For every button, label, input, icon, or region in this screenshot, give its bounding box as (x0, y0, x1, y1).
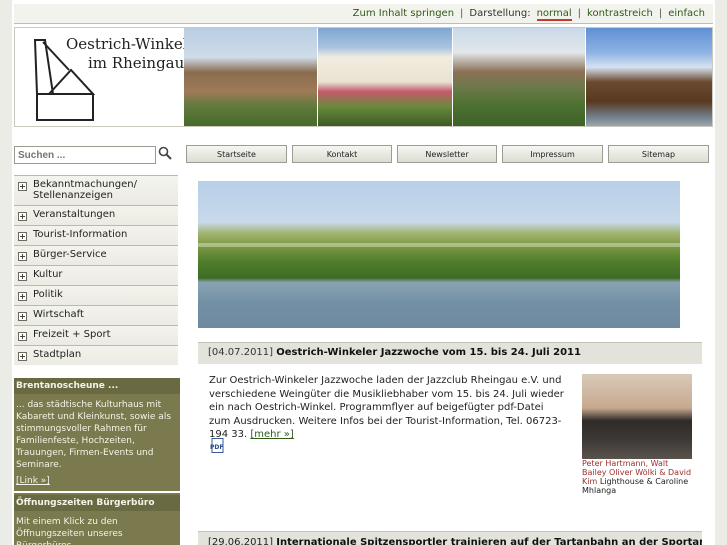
svg-text:PDF: PDF (210, 444, 223, 451)
sidebar-item-citizen-service[interactable]: Bürger-Service (14, 245, 178, 265)
plus-icon (18, 332, 27, 341)
sidebar-item-city-map[interactable]: Stadtplan (14, 345, 178, 365)
sidebar-item-culture[interactable]: Kultur (14, 265, 178, 285)
nav-home-button[interactable]: Startseite (186, 145, 287, 163)
plus-icon (18, 292, 27, 301)
news-body: Zur Oestrich-Winkeler Jazzwoche laden de… (209, 374, 567, 442)
infobox-heading-brentanoscheune: Brentanoscheune ... (14, 378, 180, 394)
page: Zum Inhalt springen | Darstellung: norma… (0, 0, 727, 545)
plus-icon (18, 182, 27, 191)
plus-icon (18, 232, 27, 241)
plus-icon (18, 252, 27, 261)
sidebar-item-politics[interactable]: Politik (14, 285, 178, 305)
plus-icon (18, 212, 27, 221)
nav-imprint-button[interactable]: Impressum (502, 145, 603, 163)
plus-icon (18, 272, 27, 281)
display-mode-label: Darstellung: (469, 8, 531, 19)
news-photo-musicians[interactable] (582, 374, 692, 459)
pdf-icon[interactable]: PDF (209, 438, 227, 454)
infobox-text-brentanoscheune: ... das städtische Kulturhaus mit Kabare… (16, 400, 172, 470)
nav-contact-button[interactable]: Kontakt (292, 145, 392, 163)
header-photo-castle (453, 28, 585, 126)
site-header: Oestrich-Winkel im Rheingau (14, 27, 713, 127)
display-mode-simple[interactable]: einfach (668, 8, 705, 21)
sidebar-item-events[interactable]: Veranstaltungen (14, 205, 178, 225)
infobox-link-brentanoscheune[interactable]: [Link »] (14, 473, 180, 489)
site-logo[interactable]: Oestrich-Winkel im Rheingau (15, 28, 188, 126)
plus-icon (18, 352, 27, 361)
sidebar-item-tourist-info[interactable]: Tourist-Information (14, 225, 178, 245)
search-icon[interactable] (158, 146, 172, 160)
accessibility-bar: Zum Inhalt springen | Darstellung: norma… (14, 4, 713, 24)
infobox-text-office-hours[interactable]: Mit einem Klick zu den Öffnungszeiten un… (14, 511, 180, 545)
news-item-heading[interactable]: [29.06.2011] Internationale Spitzensport… (198, 531, 702, 545)
sidebar-item-announcements[interactable]: Bekanntmachungen/ Stellenanzeigen (14, 175, 178, 205)
display-mode-high-contrast[interactable]: kontrastreich (587, 8, 653, 21)
news-more-link[interactable]: [mehr »] (250, 429, 293, 440)
skip-to-content-link[interactable]: Zum Inhalt springen (353, 8, 454, 21)
header-photo-townhall (318, 28, 452, 126)
hero-panorama-image (198, 181, 680, 328)
sidebar-menu: Bekanntmachungen/ Stellenanzeigen Verans… (14, 175, 178, 365)
display-mode-normal[interactable]: normal (536, 8, 572, 21)
news-photo-caption: Peter Hartmann, Walt Bailey Oliver Wölki… (582, 459, 692, 495)
nav-newsletter-button[interactable]: Newsletter (397, 145, 497, 163)
news-title[interactable]: Oestrich-Winkeler Jazzwoche vom 15. bis … (276, 347, 581, 358)
news-title[interactable]: Internationale Spitzensportler trainiere… (276, 537, 702, 545)
news-item-heading[interactable]: [04.07.2011] Oestrich-Winkeler Jazzwoche… (198, 342, 702, 364)
news-date: [29.06.2011] (208, 537, 274, 545)
infobox-heading-office-hours: Öffnungszeiten Bürgerbüro (14, 495, 180, 511)
nav-sitemap-button[interactable]: Sitemap (608, 145, 709, 163)
search-input[interactable] (14, 146, 156, 164)
plus-icon (18, 312, 27, 321)
sidebar-item-leisure-sport[interactable]: Freizeit + Sport (14, 325, 178, 345)
sidebar-item-economy[interactable]: Wirtschaft (14, 305, 178, 325)
news-date: [04.07.2011] (208, 347, 274, 358)
logo-title: Oestrich-Winkel (66, 35, 188, 53)
header-photo-crane (586, 28, 712, 126)
header-photo-monastery (184, 28, 317, 126)
logo-subtitle: im Rheingau (88, 54, 185, 72)
sidebar-infobox: Brentanoscheune ... ... das städtische K… (14, 378, 180, 545)
